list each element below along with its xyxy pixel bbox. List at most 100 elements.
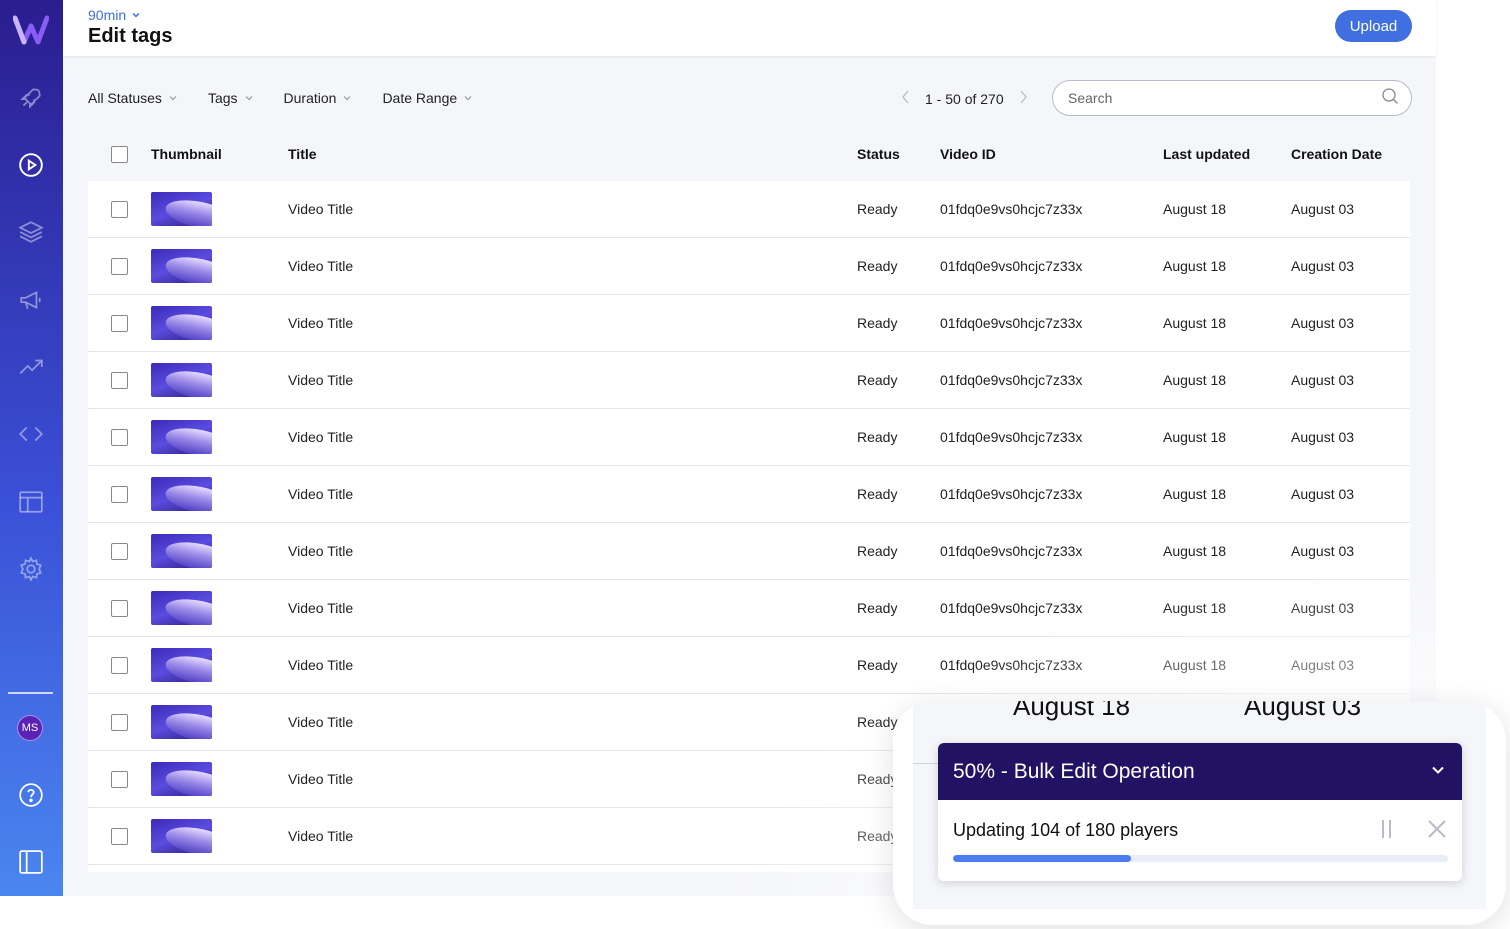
row-status: Ready <box>857 486 898 502</box>
row-title[interactable]: Video Title <box>288 523 353 579</box>
row-last-updated: August 18 <box>1163 543 1227 559</box>
video-thumbnail[interactable] <box>151 762 212 796</box>
video-thumbnail[interactable] <box>151 192 212 226</box>
row-checkbox[interactable] <box>111 770 128 788</box>
zoom-last-updated-text: August 18 <box>1013 701 1131 721</box>
row-status: Ready <box>857 771 898 787</box>
row-checkbox[interactable] <box>111 200 128 218</box>
row-checkbox[interactable] <box>111 713 128 731</box>
rocket-icon[interactable] <box>17 84 45 112</box>
row-status: Ready <box>857 315 898 331</box>
panel-icon[interactable] <box>17 848 45 876</box>
row-last-updated: August 18 <box>1163 657 1227 673</box>
row-checkbox-cell <box>111 580 128 636</box>
column-header-last-updated[interactable]: Last updated <box>1163 138 1250 170</box>
row-checkbox[interactable] <box>111 485 128 503</box>
row-checkbox[interactable] <box>111 656 128 674</box>
row-title[interactable]: Video Title <box>288 580 353 636</box>
row-title[interactable]: Video Title <box>288 295 353 351</box>
row-title[interactable]: Video Title <box>288 808 353 864</box>
row-thumbnail-cell <box>151 181 212 237</box>
video-thumbnail[interactable] <box>151 591 212 625</box>
search-input[interactable] <box>1068 90 1381 106</box>
table-row[interactable]: Video Title Ready 01fdq0e9vs0hcjc7z33x Augu… <box>88 580 1410 637</box>
video-thumbnail[interactable] <box>151 477 212 511</box>
pause-icon[interactable] <box>1378 820 1394 840</box>
video-thumbnail[interactable] <box>151 363 212 397</box>
row-checkbox-cell <box>111 295 128 351</box>
row-status: Ready <box>857 828 898 844</box>
trending-icon[interactable] <box>17 353 45 381</box>
select-all-cell <box>111 138 128 170</box>
video-thumbnail[interactable] <box>151 534 212 568</box>
column-header-creation-date[interactable]: Creation Date <box>1291 138 1382 170</box>
row-title[interactable]: Video Title <box>288 352 353 408</box>
video-thumbnail[interactable] <box>151 819 212 853</box>
row-checkbox[interactable] <box>111 314 128 332</box>
megaphone-icon[interactable] <box>17 286 45 314</box>
video-thumbnail[interactable] <box>151 306 212 340</box>
table-row[interactable]: Video Title Ready 01fdq0e9vs0hcjc7z33x Augu… <box>88 295 1410 352</box>
row-checkbox[interactable] <box>111 371 128 389</box>
row-checkbox[interactable] <box>111 599 128 617</box>
logo-icon[interactable] <box>12 14 50 46</box>
row-thumbnail-cell <box>151 523 212 579</box>
row-title[interactable]: Video Title <box>288 751 353 807</box>
column-header-video-id[interactable]: Video ID <box>940 138 996 170</box>
code-icon[interactable] <box>17 420 45 448</box>
filter-statuses[interactable]: All Statuses <box>88 90 178 106</box>
upload-button[interactable]: Upload <box>1335 10 1412 42</box>
row-thumbnail-cell <box>151 409 212 465</box>
column-header-thumbnail[interactable]: Thumbnail <box>151 138 222 170</box>
play-circle-icon[interactable] <box>17 151 45 179</box>
help-icon[interactable] <box>17 781 45 809</box>
search-icon[interactable] <box>1381 87 1399 110</box>
video-thumbnail[interactable] <box>151 705 212 739</box>
table-row[interactable]: Video Title Ready 01fdq0e9vs0hcjc7z33x Augu… <box>88 523 1410 580</box>
layout-icon[interactable] <box>17 488 45 516</box>
video-thumbnail[interactable] <box>151 648 212 682</box>
video-thumbnail[interactable] <box>151 249 212 283</box>
column-header-title[interactable]: Title <box>288 138 317 170</box>
row-title[interactable]: Video Title <box>288 637 353 693</box>
filter-date-range[interactable]: Date Range <box>382 90 473 106</box>
filter-tags[interactable]: Tags <box>208 90 254 106</box>
chevron-down-icon[interactable] <box>1430 760 1446 784</box>
bulk-operation-header[interactable]: 50% - Bulk Edit Operation <box>938 743 1462 800</box>
table-row[interactable]: Video Title Ready 01fdq0e9vs0hcjc7z33x Augu… <box>88 352 1410 409</box>
row-title[interactable]: Video Title <box>288 466 353 522</box>
gear-icon[interactable] <box>17 555 45 583</box>
row-thumbnail-cell <box>151 694 212 750</box>
row-title[interactable]: Video Title <box>288 409 353 465</box>
row-thumbnail-cell <box>151 751 212 807</box>
row-checkbox[interactable] <box>111 827 128 845</box>
filter-duration[interactable]: Duration <box>284 90 353 106</box>
chevron-left-icon[interactable] <box>901 89 911 108</box>
row-last-updated: August 18 <box>1163 315 1227 331</box>
row-checkbox[interactable] <box>111 542 128 560</box>
row-title[interactable]: Video Title <box>288 181 353 237</box>
layers-icon[interactable] <box>17 218 45 246</box>
table-row[interactable]: Video Title Ready 01fdq0e9vs0hcjc7z33x Augu… <box>88 637 1410 694</box>
close-icon[interactable] <box>1427 819 1447 839</box>
breadcrumb[interactable]: 90min <box>88 7 141 23</box>
row-checkbox[interactable] <box>111 428 128 446</box>
row-status: Ready <box>857 714 898 730</box>
chevron-right-icon[interactable] <box>1018 89 1028 108</box>
row-status: Ready <box>857 657 898 673</box>
row-title[interactable]: Video Title <box>288 694 353 750</box>
row-checkbox[interactable] <box>111 257 128 275</box>
row-thumbnail-cell <box>151 238 212 294</box>
table-row[interactable]: Video Title Ready 01fdq0e9vs0hcjc7z33x Augu… <box>88 238 1410 295</box>
row-creation-date: August 03 <box>1291 486 1355 502</box>
select-all-checkbox[interactable] <box>111 145 128 163</box>
column-header-status[interactable]: Status <box>857 138 900 170</box>
avatar[interactable]: MS <box>17 715 43 741</box>
video-thumbnail[interactable] <box>151 420 212 454</box>
table-row[interactable]: Video Title Ready 01fdq0e9vs0hcjc7z33x Augu… <box>88 181 1410 238</box>
table-row[interactable]: Video Title Ready 01fdq0e9vs0hcjc7z33x Augu… <box>88 409 1410 466</box>
row-video-id: 01fdq0e9vs0hcjc7z33x <box>940 657 1083 673</box>
row-checkbox-cell <box>111 808 128 864</box>
table-row[interactable]: Video Title Ready 01fdq0e9vs0hcjc7z33x Augu… <box>88 466 1410 523</box>
row-title[interactable]: Video Title <box>288 238 353 294</box>
